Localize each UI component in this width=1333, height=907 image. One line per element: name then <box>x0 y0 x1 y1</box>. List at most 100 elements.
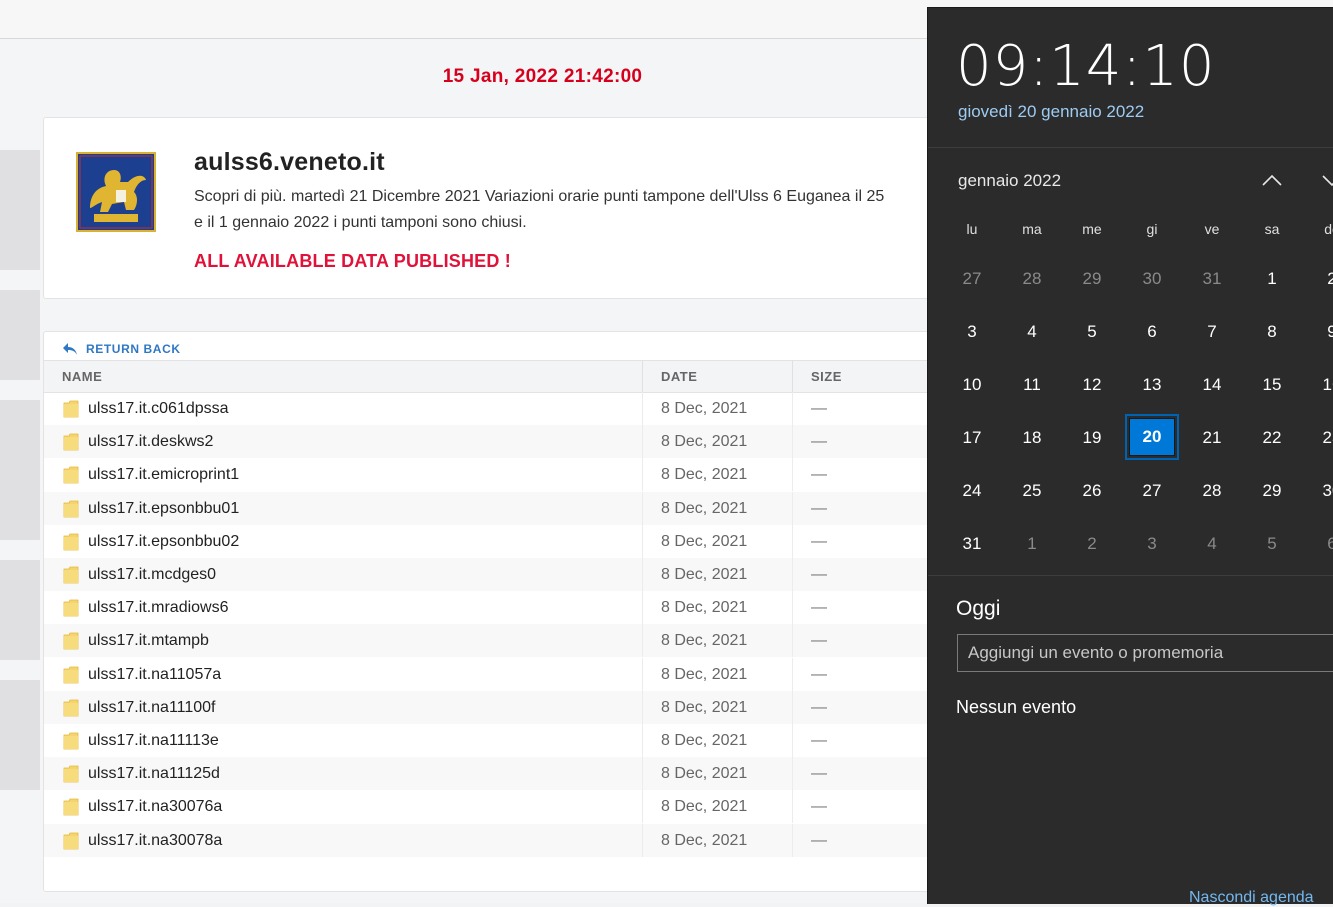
calendar-day[interactable]: 17 <box>942 411 1002 464</box>
calendar-day[interactable]: 19 <box>1062 411 1122 464</box>
table-row[interactable]: ulss17.it.na11113e 8 Dec, 2021 — <box>44 724 1044 757</box>
table-row[interactable]: ulss17.it.mcdges0 8 Dec, 2021 — <box>44 558 1044 591</box>
calendar-day[interactable]: 24 <box>942 464 1002 517</box>
month-label[interactable]: gennaio 2022 <box>958 171 1061 191</box>
table-row[interactable]: ulss17.it.epsonbbu01 8 Dec, 2021 — <box>44 491 1044 525</box>
column-divider <box>792 392 793 425</box>
column-divider <box>792 425 793 459</box>
add-event-input[interactable] <box>957 634 1333 672</box>
calendar-day-other-month[interactable]: 3 <box>1122 517 1182 570</box>
column-divider <box>792 558 793 591</box>
calendar-day-other-month[interactable]: 30 <box>1122 252 1182 305</box>
column-divider <box>792 790 793 824</box>
file-size: — <box>811 632 827 650</box>
calendar-day[interactable]: 26 <box>1062 464 1122 517</box>
calendar-day[interactable]: 4 <box>1002 305 1062 358</box>
table-row[interactable]: ulss17.it.c061dpssa 8 Dec, 2021 — <box>44 392 1044 425</box>
table-row[interactable]: ulss17.it.mradiows6 8 Dec, 2021 — <box>44 591 1044 625</box>
file-name[interactable]: ulss17.it.emicroprint1 <box>88 458 239 491</box>
calendar-day[interactable]: 22 <box>1242 411 1302 464</box>
column-divider <box>642 361 643 392</box>
calendar-day-other-month[interactable]: 6 <box>1302 517 1333 570</box>
file-name[interactable]: ulss17.it.na30076a <box>88 790 222 823</box>
file-name[interactable]: ulss17.it.mcdges0 <box>88 558 216 591</box>
calendar-day-other-month[interactable]: 1 <box>1002 517 1062 570</box>
calendar-day-today[interactable]: 20 <box>1125 414 1179 460</box>
calendar-day[interactable]: 3 <box>942 305 1002 358</box>
calendar-day-other-month[interactable]: 31 <box>1182 252 1242 305</box>
return-arrow-icon <box>63 343 77 355</box>
calendar-day[interactable]: 13 <box>1122 358 1182 411</box>
folder-icon <box>63 533 79 551</box>
file-name[interactable]: ulss17.it.epsonbbu02 <box>88 525 239 558</box>
column-divider <box>642 790 643 824</box>
calendar-day[interactable]: 9 <box>1302 305 1333 358</box>
calendar-day[interactable]: 12 <box>1062 358 1122 411</box>
calendar-day[interactable]: 14 <box>1182 358 1242 411</box>
calendar-day[interactable]: 25 <box>1002 464 1062 517</box>
file-date: 8 Dec, 2021 <box>661 433 748 451</box>
table-row[interactable]: ulss17.it.emicroprint1 8 Dec, 2021 — <box>44 458 1044 492</box>
column-divider <box>792 458 793 492</box>
calendar-day[interactable]: 16 <box>1302 358 1333 411</box>
table-row[interactable]: ulss17.it.epsonbbu02 8 Dec, 2021 — <box>44 524 1044 558</box>
calendar-day[interactable]: 6 <box>1122 305 1182 358</box>
folder-icon <box>63 400 79 418</box>
column-divider <box>642 657 643 691</box>
calendar-day[interactable]: 2 <box>1302 252 1333 305</box>
calendar-day-other-month[interactable]: 29 <box>1062 252 1122 305</box>
file-name[interactable]: ulss17.it.epsonbbu01 <box>88 492 239 525</box>
file-name[interactable]: ulss17.it.deskws2 <box>88 425 213 458</box>
calendar-day[interactable]: 5 <box>1062 305 1122 358</box>
file-name[interactable]: ulss17.it.na11100f <box>88 691 216 724</box>
calendar-day-other-month[interactable]: 2 <box>1062 517 1122 570</box>
calendar-day-other-month[interactable]: 28 <box>1002 252 1062 305</box>
calendar-day[interactable]: 8 <box>1242 305 1302 358</box>
calendar-day[interactable]: 29 <box>1242 464 1302 517</box>
column-size-header[interactable]: SIZE <box>811 361 842 392</box>
file-date: 8 Dec, 2021 <box>661 566 748 583</box>
table-row[interactable]: ulss17.it.na30078a 8 Dec, 2021 — <box>44 823 1044 857</box>
chevron-up-icon[interactable] <box>1261 172 1283 188</box>
full-date-link[interactable]: giovedì 20 gennaio 2022 <box>958 102 1144 122</box>
file-name[interactable]: ulss17.it.na30078a <box>88 824 222 857</box>
calendar-day[interactable]: 21 <box>1182 411 1242 464</box>
file-name[interactable]: ulss17.it.mradiows6 <box>88 591 229 624</box>
table-row[interactable]: ulss17.it.na11057a 8 Dec, 2021 — <box>44 657 1044 691</box>
calendar-day-other-month[interactable]: 27 <box>942 252 1002 305</box>
table-row[interactable]: ulss17.it.na11125d 8 Dec, 2021 — <box>44 757 1044 791</box>
calendar-day[interactable]: 11 <box>1002 358 1062 411</box>
calendar-day[interactable]: 23 <box>1302 411 1333 464</box>
column-name-header[interactable]: NAME <box>62 361 102 392</box>
chevron-down-icon[interactable] <box>1321 172 1333 188</box>
file-date: 8 Dec, 2021 <box>661 698 748 716</box>
agenda-title: Oggi <box>956 597 1001 620</box>
calendar-day[interactable]: 1 <box>1242 252 1302 305</box>
folder-icon <box>63 632 79 650</box>
calendar-day[interactable]: 30 <box>1302 464 1333 517</box>
table-row[interactable]: ulss17.it.mtampb 8 Dec, 2021 — <box>44 624 1044 658</box>
calendar-day[interactable]: 28 <box>1182 464 1242 517</box>
file-name[interactable]: ulss17.it.c061dpssa <box>88 392 229 425</box>
file-name[interactable]: ulss17.it.na11113e <box>88 724 219 757</box>
table-row[interactable]: ulss17.it.deskws2 8 Dec, 2021 — <box>44 425 1044 459</box>
hide-agenda-link[interactable]: Nascondi agenda <box>1189 889 1314 907</box>
column-date-header[interactable]: DATE <box>661 361 697 392</box>
weekday-header: sa <box>1264 221 1280 237</box>
table-row[interactable]: ulss17.it.na11100f 8 Dec, 2021 — <box>44 690 1044 724</box>
calendar-day-other-month[interactable]: 4 <box>1182 517 1242 570</box>
calendar-day[interactable]: 15 <box>1242 358 1302 411</box>
file-name[interactable]: ulss17.it.mtampb <box>88 624 209 657</box>
calendar-day[interactable]: 31 <box>942 517 1002 570</box>
calendar-day[interactable]: 7 <box>1182 305 1242 358</box>
calendar-day[interactable]: 18 <box>1002 411 1062 464</box>
file-name[interactable]: ulss17.it.na11057a <box>88 658 221 691</box>
calendar-day[interactable]: 27 <box>1122 464 1182 517</box>
column-divider <box>642 558 643 591</box>
calendar-day[interactable]: 10 <box>942 358 1002 411</box>
divider <box>928 575 1333 576</box>
calendar-day-other-month[interactable]: 5 <box>1242 517 1302 570</box>
file-name[interactable]: ulss17.it.na11125d <box>88 757 220 790</box>
return-back-button[interactable]: RETURN BACK <box>62 338 181 360</box>
table-row[interactable]: ulss17.it.na30076a 8 Dec, 2021 — <box>44 790 1044 824</box>
